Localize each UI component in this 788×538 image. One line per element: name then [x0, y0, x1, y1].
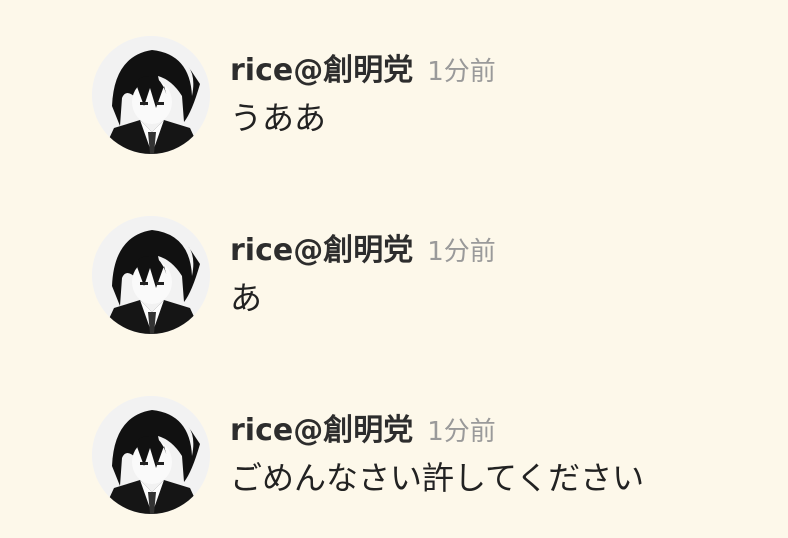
message-text: うああ [230, 99, 327, 137]
avatar[interactable] [92, 36, 210, 154]
timestamp: 1分前 [427, 237, 496, 267]
message-text: ごめんなさい許してください [230, 459, 645, 497]
anime-avatar-icon [92, 216, 210, 334]
username[interactable]: rice@創明党 [230, 413, 413, 448]
timestamp: 1分前 [427, 57, 496, 87]
message-header: rice@創明党 1分前 [230, 416, 496, 446]
avatar[interactable] [92, 396, 210, 514]
anime-avatar-icon [92, 396, 210, 514]
avatar[interactable] [92, 216, 210, 334]
timestamp: 1分前 [427, 417, 496, 447]
username[interactable]: rice@創明党 [230, 53, 413, 88]
list-item: rice@創明党 1分前 あ [0, 180, 788, 334]
anime-avatar-icon [92, 36, 210, 154]
message-text: あ [230, 279, 263, 317]
list-item: rice@創明党 1分前 うああ [0, 0, 788, 154]
username[interactable]: rice@創明党 [230, 233, 413, 268]
message-header: rice@創明党 1分前 [230, 236, 496, 266]
list-item: rice@創明党 1分前 ごめんなさい許してください [0, 360, 788, 514]
message-header: rice@創明党 1分前 [230, 56, 496, 86]
message-feed: rice@創明党 1分前 うああ rice@創明党 1分前 あ rice@創明党… [0, 0, 788, 538]
